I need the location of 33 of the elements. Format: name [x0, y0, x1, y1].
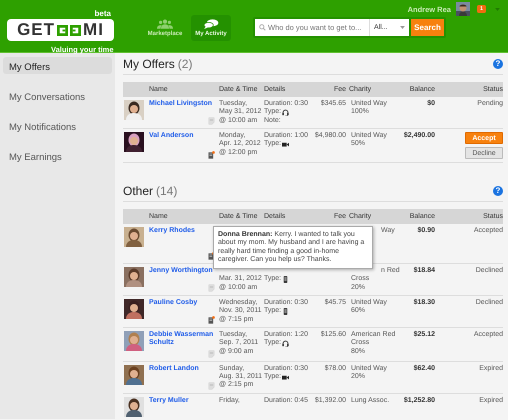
help-icon[interactable]: ? — [493, 59, 503, 69]
note-icon[interactable] — [208, 350, 215, 358]
mobile-phone-icon — [282, 308, 290, 315]
logo-mark-icon — [57, 24, 68, 36]
beta-label: beta — [94, 9, 111, 18]
section-title: My Offers — [123, 57, 175, 71]
search-button[interactable]: Search — [411, 19, 444, 36]
note-icon[interactable] — [208, 117, 215, 125]
logo-mark-icon — [70, 24, 82, 36]
section-count: (2) — [178, 57, 192, 71]
headset-icon — [282, 108, 290, 116]
section-title: Other — [123, 184, 154, 198]
video-camera-icon — [282, 140, 290, 148]
sidebar-item[interactable]: My Offers — [3, 57, 112, 74]
headset-icon — [282, 340, 290, 347]
chat-icon — [203, 19, 219, 29]
sidebar-item[interactable]: My Notifications — [3, 117, 112, 134]
video-camera-icon — [282, 374, 290, 381]
caret-icon — [400, 26, 405, 29]
section-count: (14) — [156, 184, 178, 198]
note-icon[interactable] — [208, 284, 215, 292]
logo-text: MI — [83, 20, 104, 40]
help-icon[interactable]: ? — [493, 186, 503, 196]
sidebar-item[interactable]: My Conversations — [3, 87, 112, 104]
mobile-phone-icon — [282, 276, 290, 283]
caret-icon[interactable] — [495, 8, 500, 10]
note-icon[interactable] — [208, 382, 215, 390]
sidebar-item[interactable]: My Earnings — [3, 147, 112, 164]
message-icon[interactable] — [208, 151, 215, 159]
people-icon — [157, 19, 173, 29]
search-icon — [259, 24, 266, 31]
logo-text: GET — [17, 20, 56, 40]
message-icon[interactable] — [208, 316, 215, 324]
